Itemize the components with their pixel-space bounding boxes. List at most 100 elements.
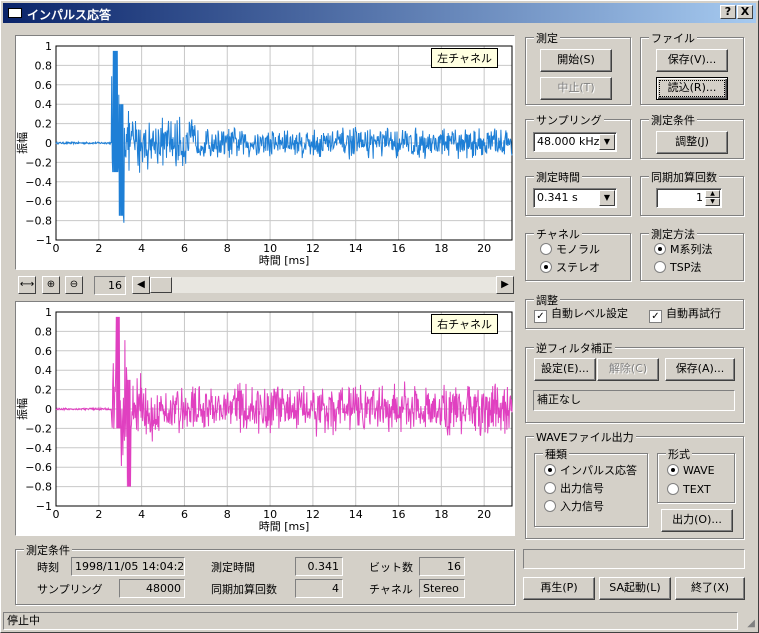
adjust-button[interactable]: 調整(J) <box>656 131 728 154</box>
impulse-radio[interactable]: インパルス応答 <box>544 464 637 477</box>
y-axis-label: 振幅 <box>16 398 29 420</box>
duration-select[interactable]: 0.341 s ▼ <box>533 188 617 208</box>
x-tick-label: 16 <box>392 508 406 521</box>
zoom-out-icon[interactable]: ⊖ <box>65 276 83 294</box>
stop-button[interactable]: 中止(T) <box>540 77 612 100</box>
stereo-radio[interactable]: ステレオ <box>540 261 600 274</box>
play-button[interactable]: 再生(P) <box>523 577 595 600</box>
fit-width-icon[interactable]: ⟷ <box>18 276 36 294</box>
input-signal-radio[interactable]: 入力信号 <box>544 500 604 513</box>
duration-select-value: 0.341 s <box>537 191 578 204</box>
zoom-level: 16 <box>94 276 126 295</box>
sync-group-title: 同期加算回数 <box>649 169 719 185</box>
scroll-right-arrow-icon[interactable]: ▶ <box>496 276 514 294</box>
chevron-down-icon[interactable]: ▼ <box>599 134 615 150</box>
x-tick-label: 14 <box>349 508 363 521</box>
sampling-info-value: 48000 <box>119 579 185 598</box>
sampling-select[interactable]: 48.000 kHz ▼ <box>533 132 617 152</box>
radio-dot-icon <box>654 261 666 273</box>
close-button[interactable]: X <box>737 5 753 19</box>
filter-status: 補正なし <box>533 390 735 411</box>
time-scrollbar[interactable]: ◀ ▶ <box>132 276 514 294</box>
output-signal-radio[interactable]: 出力信号 <box>544 482 604 495</box>
conditions-group-title: 測定条件 <box>649 112 697 128</box>
scroll-left-arrow-icon[interactable]: ◀ <box>132 276 150 294</box>
duration-info-label: 測定時間 <box>211 561 255 574</box>
method-group-title: 測定方法 <box>649 226 697 242</box>
file-group-title: ファイル <box>649 30 697 46</box>
save-button[interactable]: 保存(V)... <box>656 49 728 72</box>
resize-grip-icon[interactable]: ◢ <box>747 618 755 629</box>
sampling-select-value: 48.000 kHz <box>537 135 600 148</box>
text-format-radio[interactable]: TEXT <box>667 483 711 496</box>
mono-label: モノラル <box>556 243 600 256</box>
x-tick-label: 2 <box>95 242 102 255</box>
text-format-label: TEXT <box>683 483 711 496</box>
left-channel-plot[interactable]: 0 2 4 6 8 10 12 14 16 18 20 1 0.8 0.6 0.4 0.2 0 −0.2 −0.4−… <box>15 35 515 270</box>
channel-group-title: チャネル <box>534 226 582 242</box>
x-axis-label: 時間 [ms] <box>259 254 310 267</box>
x-tick-label: 16 <box>392 242 406 255</box>
m-series-radio[interactable]: M系列法 <box>654 243 713 256</box>
y-tick-label: 0 <box>45 137 52 150</box>
bits-label: ビット数 <box>369 561 413 574</box>
sa-launch-button[interactable]: SA起動(L) <box>599 577 671 600</box>
x-tick-label: 0 <box>53 242 60 255</box>
spin-up-icon[interactable]: ▲ <box>705 190 720 198</box>
tsp-radio[interactable]: TSP法 <box>654 261 701 274</box>
chevron-down-icon[interactable]: ▼ <box>599 190 615 206</box>
filter-set-button[interactable]: 設定(E)... <box>534 358 596 381</box>
left-channel-waveform <box>55 50 513 223</box>
progress-bar <box>523 549 745 569</box>
output-signal-label: 出力信号 <box>560 482 604 495</box>
y-axis-label: 振幅 <box>16 132 29 154</box>
stereo-label: ステレオ <box>556 261 600 274</box>
wave-format-radio[interactable]: WAVE <box>667 464 715 477</box>
spin-down-icon[interactable]: ▼ <box>705 198 720 206</box>
output-button[interactable]: 出力(O)... <box>661 509 733 532</box>
right-channel-plot[interactable]: 0 2 4 6 8 10 12 14 16 18 20 1 0.8 0.6 0.4 0.2 0 −0.2 −0.4−… <box>15 301 515 536</box>
mono-radio[interactable]: モノラル <box>540 243 600 256</box>
help-button[interactable]: ? <box>720 5 736 19</box>
exit-button[interactable]: 終了(X) <box>675 577 745 600</box>
tsp-label: TSP法 <box>670 261 702 274</box>
load-button[interactable]: 読込(R)... <box>656 77 728 100</box>
sampling-info-label: サンプリング <box>37 583 103 596</box>
wave-output-title: WAVEファイル出力 <box>534 429 636 445</box>
x-tick-label: 8 <box>224 508 231 521</box>
y-tick-label: −0.6 <box>25 461 52 474</box>
filter-save-button[interactable]: 保存(A)... <box>665 358 735 381</box>
auto-retry-checkbox[interactable]: ✓ 自動再試行 <box>649 307 721 323</box>
filter-release-button[interactable]: 解除(C) <box>597 358 659 381</box>
y-tick-label: 0 <box>45 403 52 416</box>
input-signal-label: 入力信号 <box>560 500 604 513</box>
x-tick-label: 6 <box>181 242 188 255</box>
measurement-info-title: 測定条件 <box>24 542 72 558</box>
sync-spinner[interactable]: 1 ▲ ▼ <box>656 188 722 208</box>
m-series-label: M系列法 <box>670 243 713 256</box>
y-tick-label: 0.8 <box>35 59 53 72</box>
title-bar: インパルス応答 ? X <box>3 3 756 23</box>
impulse-label: インパルス応答 <box>560 464 637 477</box>
right-channel-waveform <box>55 316 513 487</box>
radio-dot-icon <box>654 243 666 255</box>
zoom-in-icon[interactable]: ⊕ <box>42 276 60 294</box>
auto-level-label: 自動レベル設定 <box>551 307 628 320</box>
format-group-title: 形式 <box>666 446 692 462</box>
right-channel-chart: 0 2 4 6 8 10 12 14 16 18 2010.80.60.40.20−0.2−0.4−… <box>15 306 513 533</box>
auto-level-checkbox[interactable]: ✓ 自動レベル設定 <box>534 307 628 323</box>
x-tick-label: 0 <box>53 508 60 521</box>
scroll-thumb[interactable] <box>150 277 172 293</box>
radio-dot-icon <box>540 243 552 255</box>
y-tick-label: −0.6 <box>25 195 52 208</box>
auto-retry-label: 自動再試行 <box>666 307 721 320</box>
duration-info-value: 0.341 <box>295 557 343 576</box>
y-tick-label: −1 <box>36 500 52 513</box>
sync-value: 1 <box>696 191 703 204</box>
start-button[interactable]: 開始(S) <box>540 49 612 72</box>
y-tick-label: 0.4 <box>35 364 53 377</box>
channel-info-value: Stereo <box>419 579 465 598</box>
x-axis-label: 時間 [ms] <box>259 520 310 533</box>
right-channel-label: 右チャネル <box>431 314 498 334</box>
radio-dot-icon <box>667 483 679 495</box>
